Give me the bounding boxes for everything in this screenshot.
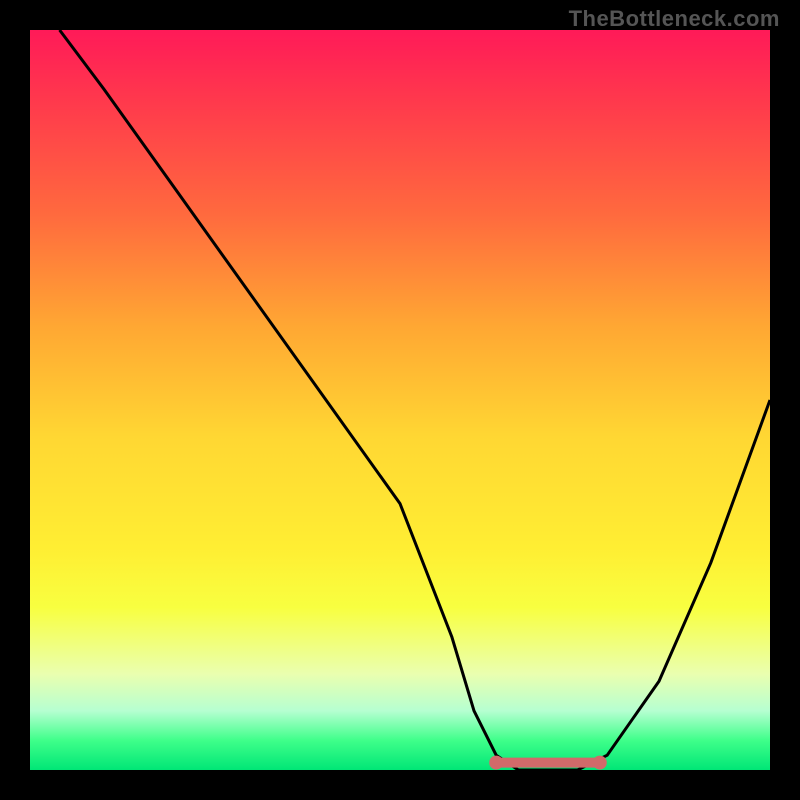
chart-frame: TheBottleneck.com	[0, 0, 800, 800]
watermark-text: TheBottleneck.com	[569, 6, 780, 32]
marker-flat-end	[593, 756, 607, 770]
bottleneck-curve	[60, 30, 770, 770]
plot-area	[30, 30, 770, 770]
curve-svg	[30, 30, 770, 770]
marker-flat-start	[489, 756, 503, 770]
